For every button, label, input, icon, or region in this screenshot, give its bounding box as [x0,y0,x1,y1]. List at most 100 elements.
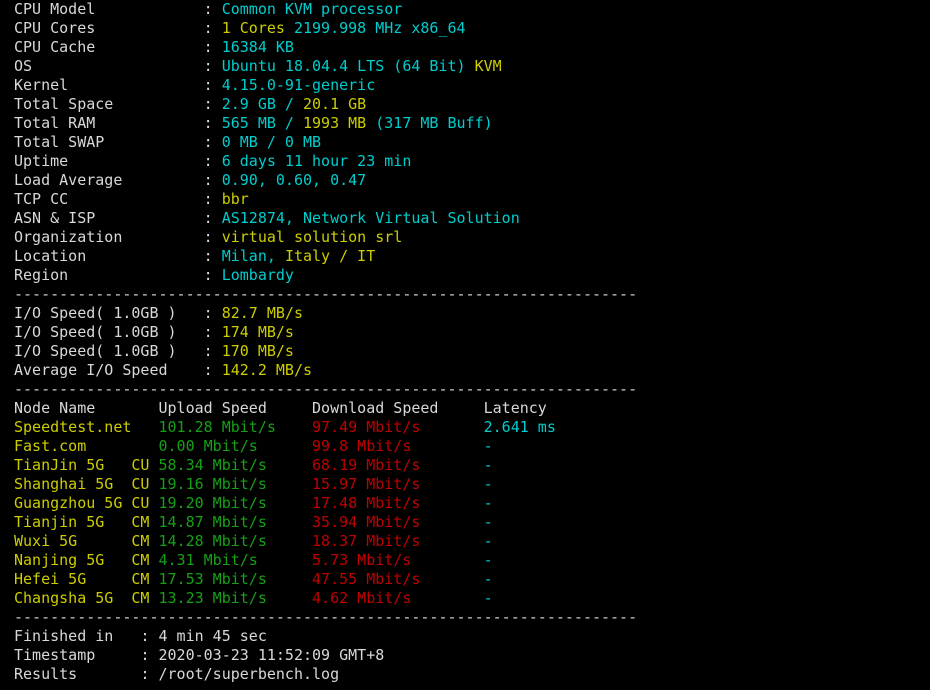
speedtest-row: Nanjing 5G CM 4.31 Mbit/s 5.73 Mbit/s - [0,551,930,570]
speedtest-node-name: Nanjing 5G CM [14,551,159,569]
sysinfo-row: OS : Ubuntu 18.04.4 LTS (64 Bit) KVM [0,57,930,76]
sysinfo-value-primary: AS12874, Network Virtual Solution [221,209,520,227]
sysinfo-label: Total RAM [14,114,204,132]
sysinfo-label: Region [14,266,204,284]
speedtest-latency: - [483,570,493,588]
column-header-latency: Latency [483,399,547,417]
speedtest-upload-speed: 13.23 Mbit/s [158,589,313,607]
io-row: Average I/O Speed : 142.2 MB/s [0,361,930,380]
speedtest-download-speed: 97.49 Mbit/s [312,418,484,436]
sysinfo-value-highlight: Italy / IT [284,247,376,265]
speedtest-row: Fast.com 0.00 Mbit/s 99.8 Mbit/s - [0,437,930,456]
sysinfo-value-primary: 6 days 11 hour 23 min [221,152,412,170]
footer-row: Finished in : 4 min 45 sec [0,627,930,646]
speedtest-upload-speed: 19.20 Mbit/s [158,494,313,512]
footer-row: Results : /root/superbench.log [0,665,930,684]
sysinfo-value-highlight: 20.1 GB [303,95,367,113]
speedtest-row: TianJin 5G CU 58.34 Mbit/s 68.19 Mbit/s … [0,456,930,475]
sysinfo-value-secondary: 2199.998 MHz x86_64 [293,19,466,37]
sysinfo-row: Location : Milan, Italy / IT [0,247,930,266]
sysinfo-row: Total SWAP : 0 MB / 0 MB [0,133,930,152]
sysinfo-label: Total Space [14,95,204,113]
speedtest-row: Wuxi 5G CM 14.28 Mbit/s 18.37 Mbit/s - [0,532,930,551]
column-header-upload-speed: Upload Speed [158,399,313,417]
sysinfo-colon: : [203,38,222,56]
io-value: 170 MB/s [221,342,294,360]
io-colon: : [203,304,222,322]
separator-rule: ----------------------------------------… [14,608,638,626]
speedtest-download-speed: 17.48 Mbit/s [312,494,484,512]
speedtest-node-name: Changsha 5G CM [14,589,159,607]
sysinfo-value-primary: Ubuntu 18.04.4 LTS (64 Bit) [221,57,466,75]
sysinfo-value-highlight: virtual solution srl [221,228,403,246]
speedtest-row: Speedtest.net 101.28 Mbit/s 97.49 Mbit/s… [0,418,930,437]
separator-rule: ----------------------------------------… [14,285,638,303]
sysinfo-row: Kernel : 4.15.0-91-generic [0,76,930,95]
footer-colon: : [140,665,159,683]
sysinfo-row: Region : Lombardy [0,266,930,285]
sysinfo-label: Uptime [14,152,204,170]
footer-label: Finished in [14,627,141,645]
speedtest-node-name: Fast.com [14,437,159,455]
sysinfo-value-primary: 0 MB / 0 MB [221,133,322,151]
speedtest-node-name: TianJin 5G CU [14,456,159,474]
sysinfo-gap [285,19,294,37]
speedtest-node-name: Shanghai 5G CU [14,475,159,493]
sysinfo-row: CPU Cores : 1 Cores 2199.998 MHz x86_64 [0,19,930,38]
speedtest-node-name: Wuxi 5G CM [14,532,159,550]
speedtest-row: Shanghai 5G CU 19.16 Mbit/s 15.97 Mbit/s… [0,475,930,494]
sysinfo-value-primary: 4.15.0-91-generic [221,76,376,94]
speedtest-download-speed: 35.94 Mbit/s [312,513,484,531]
speedtest-upload-speed: 14.87 Mbit/s [158,513,313,531]
column-header-node-name: Node Name [14,399,159,417]
sysinfo-colon: : [203,171,222,189]
speedtest-node-name: Guangzhou 5G CU [14,494,159,512]
sysinfo-gap [294,114,303,132]
sysinfo-value-highlight: 1 Cores [221,19,285,37]
footer-label: Results [14,665,141,683]
speedtest-upload-speed: 17.53 Mbit/s [158,570,313,588]
sysinfo-gap [276,247,285,265]
io-label: Average I/O Speed [14,361,204,379]
sysinfo-colon: : [203,95,222,113]
io-row: I/O Speed( 1.0GB ) : 170 MB/s [0,342,930,361]
sysinfo-value-primary: 0.90, 0.60, 0.47 [221,171,367,189]
speedtest-row: Guangzhou 5G CU 19.20 Mbit/s 17.48 Mbit/… [0,494,930,513]
footer-colon: : [140,627,159,645]
separator-rule: ----------------------------------------… [14,380,638,398]
sysinfo-colon: : [203,209,222,227]
separator-rule: ----------------------------------------… [0,608,930,627]
sysinfo-value-secondary: (317 MB Buff) [375,114,493,132]
sysinfo-label: CPU Cores [14,19,204,37]
sysinfo-colon: : [203,133,222,151]
speedtest-latency: - [483,513,493,531]
speedtest-node-name: Speedtest.net [14,418,159,436]
speedtest-node-name: Hefei 5G CM [14,570,159,588]
speedtest-upload-speed: 0.00 Mbit/s [158,437,313,455]
speedtest-upload-speed: 14.28 Mbit/s [158,532,313,550]
speedtest-latency: 2.641 ms [483,418,556,436]
sysinfo-colon: : [203,190,222,208]
column-header-download-speed: Download Speed [312,399,484,417]
speedtest-row: Changsha 5G CM 13.23 Mbit/s 4.62 Mbit/s … [0,589,930,608]
sysinfo-row: Total RAM : 565 MB / 1993 MB (317 MB Buf… [0,114,930,133]
io-colon: : [203,361,222,379]
speedtest-latency: - [483,475,493,493]
sysinfo-value-highlight: KVM [474,57,502,75]
speedtest-section: Node Name Upload Speed Download Speed La… [0,399,930,608]
io-speed-section: I/O Speed( 1.0GB ) : 82.7 MB/s I/O Speed(… [0,304,930,380]
sysinfo-colon: : [203,228,222,246]
speedtest-row: Tianjin 5G CM 14.87 Mbit/s 35.94 Mbit/s … [0,513,930,532]
sysinfo-gap [294,95,303,113]
sysinfo-value-primary: 2.9 GB / [221,95,294,113]
sysinfo-gap [366,114,375,132]
footer-section: Finished in : 4 min 45 sec Timestamp : 20… [0,627,930,684]
io-colon: : [203,323,222,341]
sysinfo-value-highlight: 1993 MB [303,114,367,132]
system-info-section: CPU Model : Common KVM processor CPU Core… [0,0,930,285]
separator-rule: ----------------------------------------… [0,285,930,304]
sysinfo-value-highlight: bbr [221,190,249,208]
speedtest-latency: - [483,437,493,455]
sysinfo-row: Total Space : 2.9 GB / 20.1 GB [0,95,930,114]
speedtest-latency: - [483,589,493,607]
